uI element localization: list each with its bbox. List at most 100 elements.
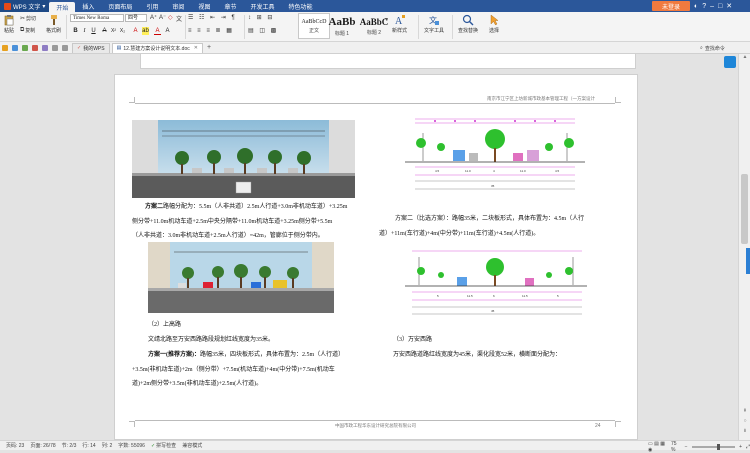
tab-section[interactable]: 章节: [217, 0, 243, 12]
close-tab-icon[interactable]: ✕: [194, 45, 198, 51]
para-text: 方案二（比选方案）：路幅35米，二块板形式，具体布置为：4.5m（人行: [395, 216, 585, 222]
highlight-icon[interactable]: ab: [142, 27, 149, 35]
status-words[interactable]: 字数: 55096: [118, 442, 145, 449]
document-page[interactable]: 南京市江宁区上坊新城市政基本管理工程（一方案设计 方案二路幅分配为：5.5m（人…: [114, 74, 638, 440]
font-name-select[interactable]: Times New Roma: [70, 14, 124, 22]
doc-icon: ▤: [116, 45, 122, 51]
font-size-select[interactable]: 四号: [125, 14, 147, 22]
styles-more-icon[interactable]: ▾: [385, 16, 388, 23]
tab-home[interactable]: 开始: [49, 2, 76, 12]
style-heading-2-sample: AaBbC: [359, 16, 389, 27]
paragraph-left-1: 方案二路幅分配为：5.5m（人非共道）2.5m人行道+3.0m非机动车道）+3.…: [145, 201, 347, 214]
ribbon-separator: [244, 15, 245, 39]
tab-features[interactable]: 特色功能: [281, 0, 319, 12]
ribbon-separator: [185, 15, 186, 39]
tab-document[interactable]: ▤ 12.慧建方案设计说明文本.doc ✕: [111, 42, 203, 53]
tab-view[interactable]: 视图: [191, 0, 217, 12]
style-heading-1[interactable]: AaBb 标题 1: [326, 13, 358, 39]
tab-my-wps[interactable]: ✓ 我的WPS: [72, 42, 110, 53]
next-page-icon[interactable]: ⇟: [739, 428, 750, 436]
close-icon[interactable]: ✕: [726, 2, 732, 10]
zoom-in-icon[interactable]: +: [739, 444, 742, 450]
quick-access-bar: ✓ 我的WPS ▤ 12.慧建方案设计说明文本.doc ✕ +: [0, 42, 750, 54]
save-icon[interactable]: [12, 44, 18, 51]
maximize-icon[interactable]: □: [718, 3, 722, 10]
view-mode-icons[interactable]: ▭ ▤ ▦ ◉: [648, 441, 667, 453]
side-panel-tab[interactable]: [746, 248, 750, 274]
style-normal-name: 正文: [308, 27, 319, 34]
new-style-button[interactable]: A 新样式: [392, 14, 407, 34]
open-folder-icon[interactable]: [2, 44, 8, 51]
select-button[interactable]: 选择: [488, 14, 500, 34]
copy-button[interactable]: ⧉ 复制: [20, 27, 35, 34]
pdf-icon[interactable]: [32, 44, 38, 51]
format-painter-label: 格式刷: [46, 28, 62, 34]
strikethrough-icon[interactable]: A: [101, 27, 108, 35]
bold-icon[interactable]: B: [72, 27, 79, 35]
scrollbar-thumb[interactable]: [741, 174, 748, 244]
subscript-icon[interactable]: X₂: [119, 27, 126, 35]
scroll-up-icon[interactable]: ▲: [739, 54, 750, 62]
font-color-icon[interactable]: A: [132, 27, 139, 35]
list-icons[interactable]: ☰ ☷ ⇤ ⇥ ¶: [188, 14, 237, 21]
zoom-slider[interactable]: [691, 444, 736, 450]
command-search-label: 查找命令: [704, 45, 725, 52]
underline-icon[interactable]: U: [90, 27, 97, 35]
app-name: WPS 文字: [13, 4, 41, 11]
para-text: 侧分带+11.0m机动车道+2.5m中央分隔带+11.0m机动车道+3.25m侧…: [132, 219, 333, 225]
select-label: 选择: [488, 28, 499, 34]
align-icons[interactable]: ≡ ≡ ≡ ≣ ▦: [188, 27, 234, 34]
zoom-out-icon[interactable]: −: [685, 444, 688, 450]
status-bar: 页码: 23 页面: 26/78 节: 2/3 行: 14 列: 2 字数: 5…: [0, 440, 750, 450]
char-border-icon[interactable]: A: [164, 27, 171, 35]
select-browse-icon[interactable]: ○: [739, 418, 750, 426]
italic-icon[interactable]: I: [81, 27, 88, 35]
copy-icon: ⧉: [20, 27, 25, 33]
format-painter-button[interactable]: 格式刷: [46, 14, 61, 34]
ribbon-home: 粘贴 ✂ 剪切 ⧉ 复制 格式刷 Times New Roma 四号 A⁺ A⁻…: [0, 12, 750, 42]
preview-icon[interactable]: [42, 44, 48, 51]
paragraph-right-3: 万安西路道路红线宽度为45米，渠化段宽52米，横断面分配为：: [393, 352, 562, 358]
paste-icon: [4, 15, 14, 26]
tab-references[interactable]: 引用: [139, 0, 165, 12]
para-text: 道)+2m侧分带+3.5m(非机动车道)+2.5m(人行道)。: [132, 381, 263, 387]
find-replace-button[interactable]: 查找替换: [458, 14, 478, 34]
status-page[interactable]: 页码: 23: [6, 442, 24, 449]
sort-icons[interactable]: ↕ ⊞ ⊟: [248, 14, 274, 21]
command-search[interactable]: ⌕ 查找命令: [700, 44, 748, 52]
superscript-icon[interactable]: X²: [110, 27, 117, 35]
svg-text:11.0: 11.0: [520, 169, 526, 173]
text-tools-button[interactable]: 文 文字工具: [424, 14, 444, 34]
tab-review[interactable]: 审阅: [165, 0, 191, 12]
minimize-icon[interactable]: –: [710, 3, 714, 10]
tab-insert[interactable]: 插入: [75, 0, 101, 12]
zoom-slider-knob[interactable]: [716, 444, 720, 450]
text-color-icon[interactable]: A: [154, 27, 161, 35]
svg-text:11.5: 11.5: [522, 294, 528, 298]
grow-font-icon[interactable]: A⁺: [150, 14, 157, 21]
redo-icon[interactable]: [62, 44, 68, 51]
find-replace-label: 查找替换: [458, 28, 479, 34]
tab-page-layout[interactable]: 页面布局: [101, 0, 139, 12]
fit-page-icon[interactable]: ⤢: [746, 444, 750, 450]
location-icon[interactable]: [724, 56, 736, 68]
skin-icon[interactable]: ◐: [694, 3, 698, 10]
paste-button[interactable]: 粘贴: [3, 14, 15, 34]
print-icon[interactable]: [22, 44, 28, 51]
shrink-font-icon[interactable]: A⁻: [159, 14, 166, 21]
login-button[interactable]: 未登录: [652, 1, 690, 11]
cut-button[interactable]: ✂ 剪切: [20, 15, 36, 22]
phonetic-icon[interactable]: 文: [176, 14, 182, 23]
help-icon[interactable]: ?: [702, 3, 706, 10]
zoom-level[interactable]: 75 %: [671, 441, 681, 453]
vertical-scrollbar[interactable]: ▲ ⇞ ○ ⇟: [738, 54, 750, 440]
status-spell[interactable]: 拼写检查: [156, 442, 176, 449]
clear-format-icon[interactable]: ◇: [168, 14, 173, 21]
tab-developer[interactable]: 开发工具: [243, 0, 281, 12]
shading-icons[interactable]: ▤ ◫ ▩: [248, 27, 278, 34]
window-controls: ◐ ? – □ ✕: [694, 0, 732, 12]
undo-icon[interactable]: [52, 44, 58, 51]
app-menu-button[interactable]: WPS 文字 ▾: [0, 0, 50, 12]
prev-page-icon[interactable]: ⇞: [739, 408, 750, 416]
new-tab-icon[interactable]: +: [207, 44, 211, 51]
